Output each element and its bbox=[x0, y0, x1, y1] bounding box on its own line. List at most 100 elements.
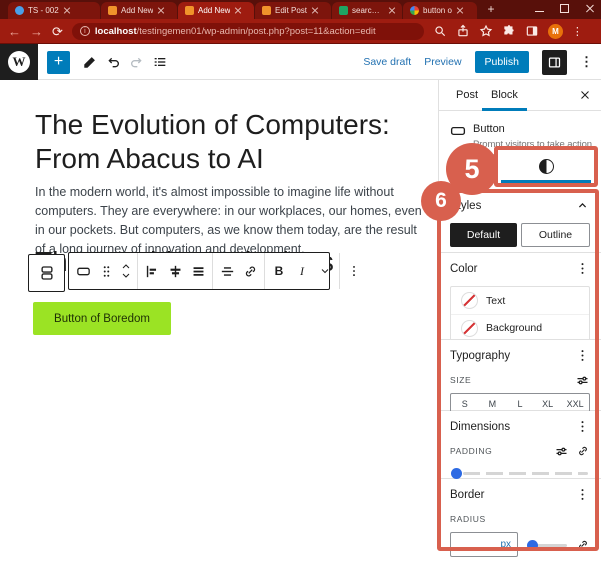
radius-unit: px bbox=[500, 539, 511, 550]
background-color-row[interactable]: Background bbox=[451, 314, 589, 341]
bookmark-star-icon[interactable] bbox=[479, 24, 493, 38]
site-info-icon[interactable]: i bbox=[79, 26, 90, 36]
zoom-search-icon[interactable] bbox=[433, 24, 447, 38]
style-default-button[interactable]: Default bbox=[450, 223, 517, 247]
active-tab-underline bbox=[501, 180, 591, 183]
screenshot-root: TS - 002 Add New Add New Edit Post searc bbox=[0, 0, 601, 561]
drag-handle-icon[interactable] bbox=[95, 256, 117, 286]
justify-center-icon[interactable] bbox=[164, 256, 186, 286]
tab-close-icon[interactable] bbox=[234, 7, 242, 15]
block-options-icon[interactable] bbox=[343, 256, 365, 286]
side-panel-icon[interactable] bbox=[525, 24, 539, 38]
radius-slider-track bbox=[537, 543, 567, 547]
color-options-icon[interactable] bbox=[575, 261, 590, 276]
radius-label: RADIUS bbox=[450, 514, 486, 524]
publish-button[interactable]: Publish bbox=[474, 51, 529, 73]
browser-tab[interactable]: search re bbox=[332, 2, 402, 19]
tab-block[interactable]: Block bbox=[482, 80, 527, 111]
close-sidebar-icon[interactable] bbox=[578, 88, 592, 102]
size-settings-icon[interactable] bbox=[575, 373, 590, 388]
radius-slider[interactable] bbox=[527, 538, 567, 552]
tab-close-icon[interactable] bbox=[456, 7, 464, 15]
browser-tab-active[interactable]: Add New bbox=[178, 2, 254, 19]
toolbar-group-format: B I bbox=[265, 253, 340, 289]
browser-tab[interactable]: TS - 002 bbox=[8, 2, 100, 19]
style-variants: Default Outline bbox=[450, 223, 590, 247]
styles-tab-button[interactable] bbox=[498, 150, 594, 183]
dimensions-options-icon[interactable] bbox=[575, 419, 590, 434]
window-minimize-icon[interactable] bbox=[535, 5, 544, 12]
text-color-row[interactable]: Text bbox=[451, 287, 589, 314]
share-icon[interactable] bbox=[456, 24, 470, 38]
move-down-icon bbox=[122, 273, 130, 278]
color-settings-box: Text Background bbox=[450, 286, 590, 342]
browser-tab[interactable]: button o bbox=[403, 2, 477, 19]
tab-title: TS - 002 bbox=[28, 6, 59, 15]
padding-settings-icon[interactable] bbox=[554, 444, 569, 459]
radius-link-sides-icon[interactable] bbox=[576, 538, 590, 552]
browser-chrome: TS - 002 Add New Add New Edit Post searc bbox=[0, 0, 601, 44]
button-block[interactable]: Button of Boredom bbox=[33, 302, 171, 335]
block-switcher-button[interactable] bbox=[28, 254, 65, 292]
window-close-icon[interactable] bbox=[585, 4, 595, 14]
redo-icon[interactable] bbox=[128, 54, 144, 70]
block-movers[interactable] bbox=[118, 256, 134, 286]
tab-close-icon[interactable] bbox=[157, 7, 165, 15]
typography-panel: Typography SIZE S M L XL XXL bbox=[438, 340, 601, 415]
extensions-puzzle-icon[interactable] bbox=[502, 24, 516, 38]
button-block-icon[interactable] bbox=[72, 256, 94, 286]
background-color-swatch bbox=[461, 319, 478, 337]
editor-options-icon[interactable]: ⋮ bbox=[580, 54, 593, 70]
edit-tool-icon[interactable] bbox=[82, 54, 98, 70]
settings-panel-toggle-button[interactable] bbox=[542, 49, 567, 75]
browser-tab[interactable]: Edit Post bbox=[255, 2, 331, 19]
forward-icon[interactable]: → bbox=[30, 25, 43, 38]
tab-title: Edit Post bbox=[275, 6, 308, 15]
italic-button[interactable]: I bbox=[291, 256, 313, 286]
bold-button[interactable]: B bbox=[268, 256, 290, 286]
radius-slider-thumb[interactable] bbox=[527, 539, 538, 551]
background-color-label: Background bbox=[486, 322, 543, 334]
post-title[interactable]: The Evolution of Computers: From Abacus … bbox=[35, 108, 425, 176]
padding-link-sides-icon[interactable] bbox=[576, 444, 590, 458]
text-align-icon[interactable] bbox=[216, 256, 238, 286]
radius-input[interactable]: px bbox=[450, 532, 518, 557]
browser-toolbar: ← → ⟳ i localhost/testingemen01/wp-admin… bbox=[0, 19, 601, 44]
tab-post[interactable]: Post bbox=[456, 80, 478, 111]
link-icon[interactable] bbox=[239, 256, 261, 286]
post-canvas: The Evolution of Computers: From Abacus … bbox=[0, 80, 438, 561]
undo-icon[interactable] bbox=[106, 54, 122, 70]
browser-menu-icon[interactable]: ⋮ bbox=[572, 25, 583, 38]
wordpress-logo[interactable]: W bbox=[0, 44, 38, 80]
tab-close-icon[interactable] bbox=[388, 7, 396, 15]
block-card-name: Button bbox=[473, 123, 505, 135]
tab-close-icon[interactable] bbox=[311, 7, 319, 15]
justify-left-icon[interactable] bbox=[141, 256, 163, 286]
new-tab-button[interactable]: + bbox=[484, 3, 498, 17]
browser-tab[interactable]: Add New bbox=[101, 2, 177, 19]
reload-icon[interactable]: ⟳ bbox=[52, 25, 63, 38]
more-formats-chevron-icon[interactable] bbox=[314, 256, 336, 286]
border-options-icon[interactable] bbox=[575, 487, 590, 502]
color-panel-title: Color bbox=[450, 262, 478, 275]
browser-tabstrip: TS - 002 Add New Add New Edit Post searc bbox=[0, 0, 601, 19]
padding-slider-thumb[interactable] bbox=[451, 468, 462, 479]
justify-right-icon[interactable] bbox=[187, 256, 209, 286]
padding-label: PADDING bbox=[450, 446, 493, 456]
list-view-icon[interactable] bbox=[152, 54, 168, 70]
typography-options-icon[interactable] bbox=[575, 348, 590, 363]
profile-avatar[interactable]: M bbox=[547, 23, 563, 39]
toolbar-group-block bbox=[69, 253, 138, 289]
back-icon[interactable]: ← bbox=[8, 25, 21, 38]
window-maximize-icon[interactable] bbox=[560, 4, 569, 13]
style-outline-button[interactable]: Outline bbox=[521, 223, 590, 247]
address-bar[interactable]: i localhost/testingemen01/wp-admin/post.… bbox=[71, 22, 424, 40]
annotation-badge-6: 6 bbox=[421, 181, 461, 221]
size-label: SIZE bbox=[450, 375, 472, 385]
preview-button[interactable]: Preview bbox=[424, 56, 461, 68]
block-inserter-button[interactable]: + bbox=[47, 51, 70, 74]
tab-favicon-google bbox=[410, 6, 419, 15]
tab-close-icon[interactable] bbox=[63, 7, 71, 15]
collapse-chevron-icon[interactable] bbox=[575, 198, 590, 213]
save-draft-button[interactable]: Save draft bbox=[363, 56, 411, 68]
